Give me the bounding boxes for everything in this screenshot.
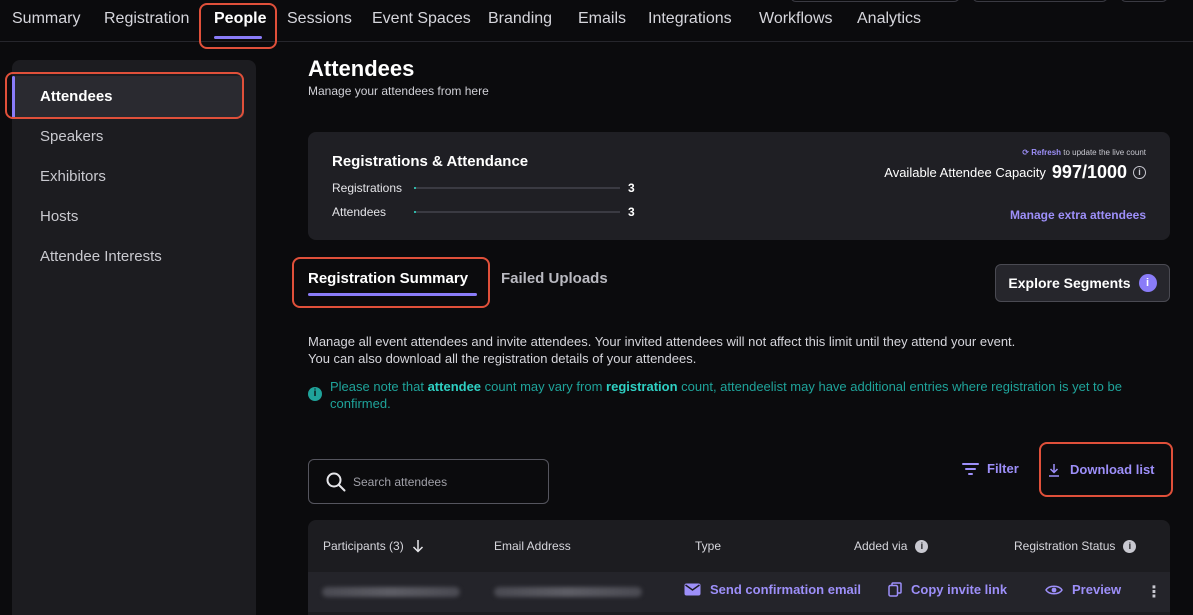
info-icon[interactable]: i xyxy=(915,539,929,553)
action-label: Preview xyxy=(1072,582,1122,597)
sidebar-item-hosts[interactable]: Hosts xyxy=(40,208,78,225)
more-options-icon[interactable]: ⋮ xyxy=(1146,582,1162,602)
column-header-type: Type xyxy=(695,539,721,553)
sidebar: Attendees Speakers Exhibitors Hosts Atte… xyxy=(12,60,256,615)
capacity-label: Available Attendee Capacity xyxy=(884,165,1046,180)
filter-label: Filter xyxy=(987,461,1019,476)
header-control[interactable] xyxy=(1120,0,1168,2)
refresh-suffix: to update the live count xyxy=(1063,148,1146,157)
search-icon xyxy=(326,472,346,492)
column-label: Participants (3) xyxy=(323,539,404,553)
column-header-participants[interactable]: Participants (3) xyxy=(323,539,424,553)
attendees-count: 3 xyxy=(628,205,635,219)
tab-branding[interactable]: Branding xyxy=(488,10,552,28)
registrations-progress-bar xyxy=(414,187,620,189)
attendees-table: Participants (3) Email Address Type Adde… xyxy=(308,520,1170,615)
active-subtab-indicator xyxy=(308,293,477,296)
sidebar-item-exhibitors[interactable]: Exhibitors xyxy=(40,168,106,185)
tab-failed-uploads[interactable]: Failed Uploads xyxy=(501,270,608,287)
column-label: Registration Status xyxy=(1014,539,1116,553)
description-line-2: You can also download all the registrati… xyxy=(308,351,697,366)
registrations-attendance-card: Registrations & Attendance Registrations… xyxy=(308,132,1170,240)
page-subtitle: Manage your attendees from here xyxy=(308,84,489,98)
info-icon: i xyxy=(1138,274,1157,292)
tab-sessions[interactable]: Sessions xyxy=(287,10,352,28)
tab-registration[interactable]: Registration xyxy=(104,10,189,28)
action-label: Send confirmation email xyxy=(710,582,861,597)
refresh-link[interactable]: Refresh xyxy=(1031,148,1061,157)
sidebar-item-speakers[interactable]: Speakers xyxy=(40,128,103,145)
download-list-button[interactable]: Download list xyxy=(1048,462,1155,477)
copy-icon xyxy=(888,582,902,597)
refresh-note: ⟳ Refresh to update the live count xyxy=(1022,148,1146,157)
page-title: Attendees xyxy=(308,56,415,81)
download-icon xyxy=(1049,463,1059,477)
search-box[interactable] xyxy=(308,459,549,504)
registrations-count: 3 xyxy=(628,181,635,195)
info-icon[interactable]: i xyxy=(1123,539,1137,553)
table-row[interactable]: Send confirmation email Copy invite link… xyxy=(308,572,1170,612)
sidebar-item-attendees[interactable]: Attendees xyxy=(40,88,113,105)
active-tab-indicator xyxy=(214,36,262,39)
info-icon[interactable]: i xyxy=(1133,166,1146,179)
preview-button[interactable]: Preview xyxy=(1045,582,1121,597)
note-text: count may vary from xyxy=(481,379,607,394)
registrations-label: Registrations xyxy=(332,181,403,195)
redacted-email xyxy=(494,587,642,597)
tab-emails[interactable]: Emails xyxy=(578,10,626,28)
column-label: Added via xyxy=(854,539,908,553)
sidebar-item-attendee-interests[interactable]: Attendee Interests xyxy=(40,248,162,265)
redacted-participant-name xyxy=(322,587,460,597)
header-control[interactable] xyxy=(790,0,960,2)
attendee-count-note: Please note that attendee count may vary… xyxy=(330,378,1180,412)
capacity-value: 997/1000 xyxy=(1051,162,1127,182)
sidebar-active-indicator xyxy=(12,76,15,118)
note-term-registration: registration xyxy=(606,379,678,394)
filter-button[interactable]: Filter xyxy=(962,461,1019,476)
refresh-icon[interactable]: ⟳ xyxy=(1022,148,1031,157)
column-label: Type xyxy=(695,539,722,553)
manage-extra-attendees-link[interactable]: Manage extra attendees xyxy=(1010,208,1146,222)
sort-arrow-down-icon[interactable] xyxy=(412,539,424,553)
header-control[interactable] xyxy=(972,0,1108,2)
filter-icon xyxy=(962,462,979,475)
tab-summary[interactable]: Summary xyxy=(12,10,80,28)
mail-icon xyxy=(684,583,701,596)
tab-event-spaces[interactable]: Event Spaces xyxy=(372,10,471,28)
note-term-attendee: attendee xyxy=(427,379,482,394)
download-label: Download list xyxy=(1070,462,1155,477)
explore-segments-label: Explore Segments xyxy=(1008,275,1131,291)
description-line-1: Manage all event attendees and invite at… xyxy=(308,334,1016,349)
attendees-label: Attendees xyxy=(332,205,387,219)
info-icon: i xyxy=(308,387,322,401)
column-label: Email Address xyxy=(494,539,571,553)
tab-workflows[interactable]: Workflows xyxy=(759,10,833,28)
column-header-added-via: Added via i xyxy=(854,539,929,553)
top-navigation: Summary Registration People Sessions Eve… xyxy=(0,0,1193,42)
column-header-registration-status: Registration Status i xyxy=(1014,539,1137,553)
search-input[interactable] xyxy=(353,472,533,492)
card-title: Registrations & Attendance xyxy=(332,153,529,170)
column-header-email: Email Address xyxy=(494,539,571,553)
tab-integrations[interactable]: Integrations xyxy=(648,10,732,28)
eye-icon xyxy=(1045,585,1063,594)
action-label: Copy invite link xyxy=(911,582,1008,597)
tab-registration-summary[interactable]: Registration Summary xyxy=(308,270,468,287)
tab-analytics[interactable]: Analytics xyxy=(857,10,921,28)
send-confirmation-email-button[interactable]: Send confirmation email xyxy=(684,582,861,597)
attendees-progress-bar xyxy=(414,211,620,213)
explore-segments-button[interactable]: Explore Segments i xyxy=(995,264,1170,302)
note-text: Please note that xyxy=(330,379,428,394)
copy-invite-link-button[interactable]: Copy invite link xyxy=(888,582,1007,597)
tab-people[interactable]: People xyxy=(214,10,266,28)
capacity-row: Available Attendee Capacity 997/1000 i xyxy=(884,162,1146,183)
